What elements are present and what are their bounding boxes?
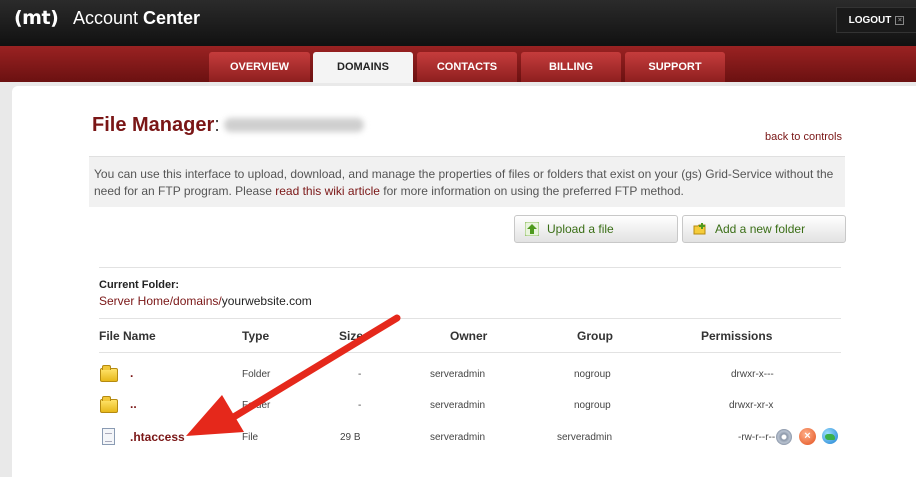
annotation-arrow — [186, 314, 401, 436]
